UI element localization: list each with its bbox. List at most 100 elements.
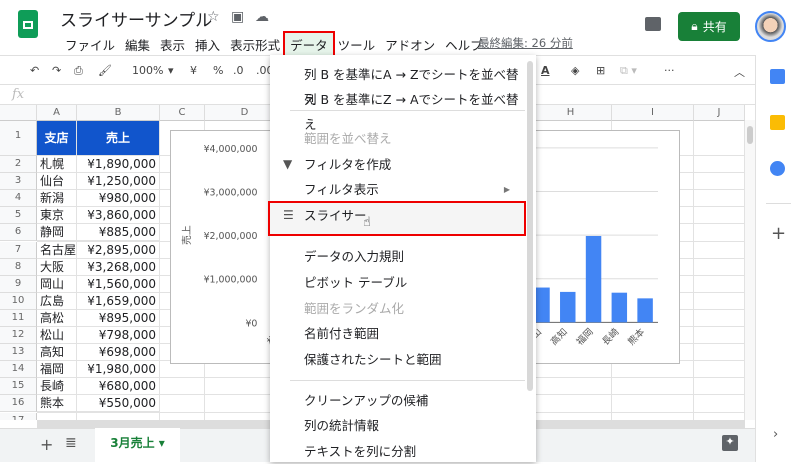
undo-icon[interactable]: ↶ <box>30 64 39 77</box>
all-sheets-icon[interactable]: ≣ <box>65 435 77 451</box>
menu-item[interactable]: 範囲をランダム化 <box>270 296 528 321</box>
star-icon[interactable]: ☆ <box>207 9 220 25</box>
menu-4[interactable]: 表示形式 <box>225 33 285 56</box>
sheet-tab[interactable]: 3月売上 ▾ <box>95 428 180 462</box>
branch-cell[interactable]: 静岡 <box>37 224 77 242</box>
row-header[interactable]: 7 <box>0 241 37 259</box>
row-header[interactable]: 13 <box>0 344 37 362</box>
avatar[interactable] <box>755 11 786 42</box>
menu-6[interactable]: ツール <box>333 33 381 56</box>
percent-button[interactable]: % <box>213 64 223 77</box>
menu-item[interactable]: 列の統計情報 <box>270 413 528 438</box>
row-header[interactable]: 5 <box>0 207 37 225</box>
branch-cell[interactable]: 長崎 <box>37 378 77 396</box>
expand-panel-icon[interactable]: › <box>773 427 778 442</box>
menu-2[interactable]: 表示 <box>155 33 190 56</box>
sales-cell[interactable]: ¥1,659,000 <box>77 292 160 310</box>
menu-item[interactable]: 列 B を基準にA → Zでシートを並べ替え <box>270 62 528 107</box>
column-header[interactable]: B <box>77 105 160 121</box>
zoom-select[interactable]: 100% <box>132 64 163 77</box>
menu-item[interactable]: テキストを列に分割 <box>270 439 528 464</box>
row-header[interactable]: 3 <box>0 173 37 191</box>
row-header[interactable]: 11 <box>0 309 37 327</box>
sales-cell[interactable]: ¥3,268,000 <box>77 258 160 276</box>
row-header[interactable]: 6 <box>0 224 37 242</box>
merge-cells-icon[interactable]: ⧉ ▾ <box>620 64 637 78</box>
calendar-icon[interactable] <box>770 69 785 84</box>
comment-icon[interactable] <box>645 17 661 31</box>
add-sheet-icon[interactable]: + <box>40 435 53 454</box>
menu-3[interactable]: 挿入 <box>190 33 225 56</box>
row-header[interactable]: 9 <box>0 275 37 293</box>
branch-cell[interactable]: 東京 <box>37 207 77 225</box>
more-button[interactable]: ··· <box>664 64 675 77</box>
branch-cell[interactable]: 大阪 <box>37 258 77 276</box>
branch-cell[interactable]: 新潟 <box>37 190 77 208</box>
last-edit-link[interactable]: 最終編集: 26 分前 <box>478 35 573 51</box>
sales-cell[interactable]: ¥885,000 <box>77 224 160 242</box>
row-header[interactable]: 15 <box>0 378 37 396</box>
row-header[interactable]: 14 <box>0 361 37 379</box>
menu-item[interactable]: ピボット テーブル <box>270 270 528 295</box>
fill-color-icon[interactable]: ◈ <box>571 64 579 77</box>
explore-icon[interactable]: ✦ <box>722 435 738 451</box>
menu-item[interactable]: 保護されたシートと範囲 <box>270 347 528 372</box>
menu-item[interactable]: クリーンアップの候補 <box>270 388 528 413</box>
sheets-logo[interactable] <box>18 10 38 38</box>
row-header[interactable]: 8 <box>0 258 37 276</box>
row-header[interactable]: 17 <box>0 412 37 420</box>
column-header[interactable]: J <box>694 105 745 121</box>
currency-button[interactable]: ¥ <box>190 64 197 77</box>
row-header[interactable]: 4 <box>0 190 37 208</box>
chevron-down-icon[interactable]: ▾ <box>168 64 174 77</box>
cloud-status-icon[interactable]: ☁ <box>255 9 269 25</box>
sales-cell[interactable]: ¥1,980,000 <box>77 361 160 379</box>
menu-item[interactable]: 列 B を基準にZ → Aでシートを並べ替え <box>270 87 528 132</box>
column-header[interactable]: I <box>612 105 694 121</box>
branch-cell[interactable]: 高松 <box>37 309 77 327</box>
sales-cell[interactable]: ¥1,890,000 <box>77 156 160 174</box>
menu-1[interactable]: 編集 <box>120 33 155 56</box>
doc-title[interactable]: スライサーサンプル <box>60 6 212 31</box>
sales-cell[interactable]: ¥550,000 <box>77 395 160 413</box>
sales-cell[interactable]: ¥2,895,000 <box>77 241 160 259</box>
column-header[interactable]: A <box>37 105 77 121</box>
branch-cell[interactable]: 札幌 <box>37 156 77 174</box>
sales-cell[interactable]: ¥798,000 <box>77 327 160 345</box>
add-addon-icon[interactable]: + <box>771 223 786 244</box>
keep-icon[interactable] <box>770 115 785 130</box>
row-header[interactable]: 2 <box>0 156 37 174</box>
column-header[interactable]: H <box>530 105 612 121</box>
menu-7[interactable]: アドオン <box>380 33 440 56</box>
redo-icon[interactable]: ↷ <box>52 64 61 77</box>
branch-cell[interactable]: 松山 <box>37 327 77 345</box>
menu-item[interactable]: データの入力規則 <box>270 244 528 269</box>
branch-cell[interactable]: 高知 <box>37 344 77 362</box>
menu-item[interactable]: ▼ フィルタを作成 <box>270 152 528 177</box>
move-folder-icon[interactable]: ▣ <box>231 9 244 25</box>
collapse-toolbar-icon[interactable]: ︿ <box>734 64 745 80</box>
text-color-button[interactable]: A <box>541 64 550 77</box>
vertical-scrollbar[interactable] <box>745 120 755 420</box>
table-header-cell[interactable]: 支店 <box>37 121 77 156</box>
column-header[interactable]: C <box>160 105 205 121</box>
row-header[interactable]: 12 <box>0 327 37 345</box>
sales-cell[interactable]: ¥1,560,000 <box>77 275 160 293</box>
sales-cell[interactable]: ¥1,250,000 <box>77 173 160 191</box>
paint-format-icon[interactable]: 🖌︎ <box>98 64 112 77</box>
menu-item[interactable]: 範囲を並べ替え <box>270 126 528 151</box>
menu-0[interactable]: ファイル <box>60 33 120 56</box>
branch-cell[interactable]: 名古屋 <box>37 241 77 259</box>
menu-item[interactable]: フィルタ表示 ▶ <box>270 177 528 202</box>
branch-cell[interactable]: 岡山 <box>37 275 77 293</box>
sales-cell[interactable]: ¥3,860,000 <box>77 207 160 225</box>
sales-cell[interactable]: ¥698,000 <box>77 344 160 362</box>
table-header-cell[interactable]: 売上 <box>77 121 160 156</box>
menu-5[interactable]: データ <box>283 31 335 58</box>
corner-cell[interactable] <box>0 105 37 121</box>
sales-cell[interactable]: ¥680,000 <box>77 378 160 396</box>
row-header[interactable]: 16 <box>0 395 37 413</box>
menu-item[interactable]: 名前付き範囲 <box>270 321 528 346</box>
print-icon[interactable]: ⎙ <box>74 64 83 78</box>
borders-icon[interactable]: ⊞ <box>596 64 605 77</box>
